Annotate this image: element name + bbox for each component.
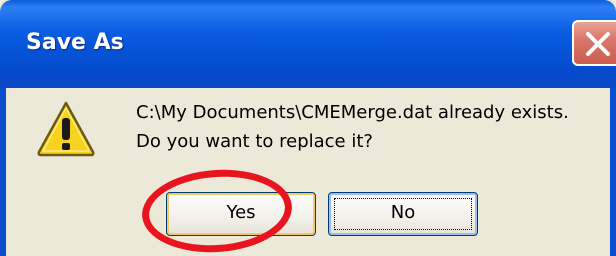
dialog-message: C:\My Documents\CMEMerge.dat already exi… xyxy=(136,98,569,156)
focus-rectangle xyxy=(334,198,472,230)
yes-button[interactable]: Yes xyxy=(166,192,316,236)
window-border-left xyxy=(0,88,6,256)
save-as-dialog: Save As C:\My Documents\CMEMerge.dat alr… xyxy=(0,0,616,256)
message-line-2: Do you want to replace it? xyxy=(136,131,373,152)
title-bar[interactable]: Save As xyxy=(0,0,616,88)
dialog-title: Save As xyxy=(26,30,124,55)
yes-button-label: Yes xyxy=(226,202,256,223)
no-button[interactable]: No xyxy=(328,192,478,236)
message-line-1: C:\My Documents\CMEMerge.dat already exi… xyxy=(136,102,569,123)
close-button[interactable] xyxy=(572,20,616,66)
window-border-right xyxy=(610,88,616,256)
close-icon xyxy=(586,32,610,56)
warning-icon xyxy=(37,101,95,157)
